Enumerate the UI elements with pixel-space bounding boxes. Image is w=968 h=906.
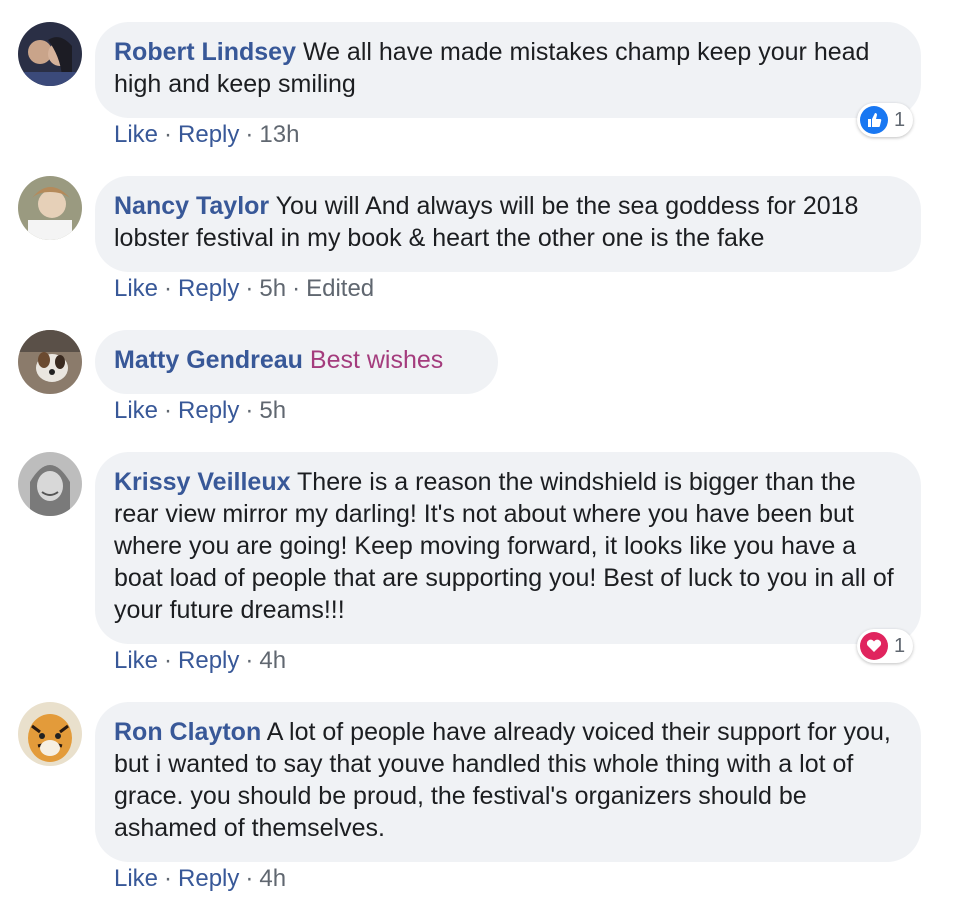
reply-link[interactable]: Reply bbox=[178, 275, 239, 302]
avatar[interactable] bbox=[18, 452, 82, 516]
avatar[interactable] bbox=[18, 176, 82, 240]
comment-actions: Like · Reply · 13h bbox=[114, 121, 299, 149]
avatar[interactable] bbox=[18, 330, 82, 394]
reply-link[interactable]: Reply bbox=[178, 647, 239, 674]
comment-timestamp[interactable]: 5h bbox=[259, 275, 286, 302]
separator: · bbox=[245, 275, 254, 302]
like-link[interactable]: Like bbox=[114, 865, 158, 892]
separator: · bbox=[164, 121, 173, 148]
like-link[interactable]: Like bbox=[114, 275, 158, 302]
reaction-count: 1 bbox=[894, 108, 906, 131]
avatar[interactable] bbox=[18, 702, 82, 766]
reply-link[interactable]: Reply bbox=[178, 397, 239, 424]
separator: · bbox=[292, 275, 301, 302]
reply-link[interactable]: Reply bbox=[178, 121, 239, 148]
comment-timestamp[interactable]: 4h bbox=[259, 865, 286, 892]
separator: · bbox=[164, 397, 173, 424]
comment-timestamp[interactable]: 4h bbox=[259, 647, 286, 674]
comment-text: Best wishes bbox=[309, 346, 444, 374]
edited-label[interactable]: Edited bbox=[306, 275, 374, 302]
avatar[interactable] bbox=[18, 22, 82, 86]
comment-timestamp[interactable]: 13h bbox=[259, 121, 299, 148]
comment-bubble: Ron Clayton A lot of people have already… bbox=[95, 702, 921, 862]
comment-bubble: Robert Lindsey We all have made mistakes… bbox=[95, 22, 921, 118]
separator: · bbox=[164, 865, 173, 892]
separator: · bbox=[245, 647, 254, 674]
like-link[interactable]: Like bbox=[114, 121, 158, 148]
separator: · bbox=[245, 121, 254, 148]
reply-link[interactable]: Reply bbox=[178, 865, 239, 892]
separator: · bbox=[245, 397, 254, 424]
separator: · bbox=[245, 865, 254, 892]
comment-actions: Like · Reply · 5h bbox=[114, 397, 286, 425]
comment-author[interactable]: Matty Gendreau bbox=[114, 346, 303, 374]
comment-actions: Like · Reply · 4h bbox=[114, 865, 286, 893]
comment-author[interactable]: Nancy Taylor bbox=[114, 192, 269, 220]
comment-bubble: Matty Gendreau Best wishes bbox=[95, 330, 498, 394]
reaction-count: 1 bbox=[894, 634, 906, 657]
comment-bubble: Krissy Veilleux There is a reason the wi… bbox=[95, 452, 921, 644]
reaction-summary[interactable]: 1 bbox=[857, 103, 914, 137]
like-reaction-icon bbox=[860, 106, 888, 134]
comment-actions: Like · Reply · 5h · Edited bbox=[114, 275, 374, 303]
comment-actions: Like · Reply · 4h bbox=[114, 647, 286, 675]
comment-author[interactable]: Ron Clayton bbox=[114, 718, 261, 746]
comment-bubble: Nancy Taylor You will And always will be… bbox=[95, 176, 921, 272]
reaction-summary[interactable]: 1 bbox=[857, 629, 914, 663]
comment-author[interactable]: Robert Lindsey bbox=[114, 38, 296, 66]
separator: · bbox=[164, 275, 173, 302]
separator: · bbox=[164, 647, 173, 674]
comment-author[interactable]: Krissy Veilleux bbox=[114, 468, 291, 496]
love-reaction-icon bbox=[860, 632, 888, 660]
comment-timestamp[interactable]: 5h bbox=[259, 397, 286, 424]
like-link[interactable]: Like bbox=[114, 647, 158, 674]
like-link[interactable]: Like bbox=[114, 397, 158, 424]
